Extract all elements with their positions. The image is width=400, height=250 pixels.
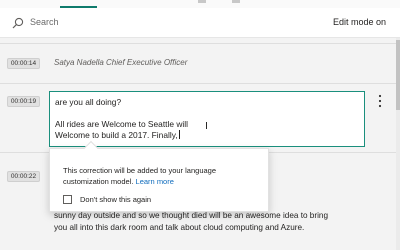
search-label[interactable]: Search: [30, 17, 59, 27]
transcript-line: Welcome to build a 2017. Finally,: [55, 130, 180, 140]
learn-more-link[interactable]: Learn more: [136, 177, 174, 186]
transcript-edit-box[interactable]: are you all doing? All rides are Welcome…: [49, 91, 365, 147]
text-cursor-icon: I: [205, 121, 208, 132]
top-bar: [0, 0, 400, 8]
transcript-line: sunny day outside and so we thought died…: [54, 211, 329, 220]
more-options-icon[interactable]: [377, 94, 383, 108]
scrollbar-thumb[interactable]: [396, 40, 400, 110]
timestamp-badge[interactable]: 00:00:14: [7, 58, 40, 69]
correction-popup: This correction will be added to your la…: [49, 140, 269, 212]
speaker-name: Satya Nadella Chief Executive Officer: [54, 58, 188, 67]
dont-show-label[interactable]: Don't show this again: [80, 195, 151, 204]
dont-show-checkbox[interactable]: [63, 195, 72, 204]
transcript-line: All rides are Welcome to Seattle will: [55, 119, 188, 129]
row-divider: [0, 83, 396, 84]
transcript-line: you all into this dark room and talk abo…: [54, 223, 305, 232]
row-divider: [0, 43, 396, 44]
timestamp-badge[interactable]: 00:00:22: [7, 171, 40, 182]
top-icon: [232, 0, 240, 3]
timestamp-badge[interactable]: 00:00:19: [7, 96, 40, 107]
top-icon: [198, 0, 206, 3]
popup-message: This correction will be added to your la…: [63, 166, 217, 186]
transcript-line: are you all doing?: [55, 97, 122, 107]
search-bar[interactable]: Search Edit mode on: [0, 8, 400, 38]
edit-mode-toggle[interactable]: Edit mode on: [333, 17, 386, 27]
text-caret: [178, 130, 180, 139]
search-icon: [12, 17, 24, 29]
